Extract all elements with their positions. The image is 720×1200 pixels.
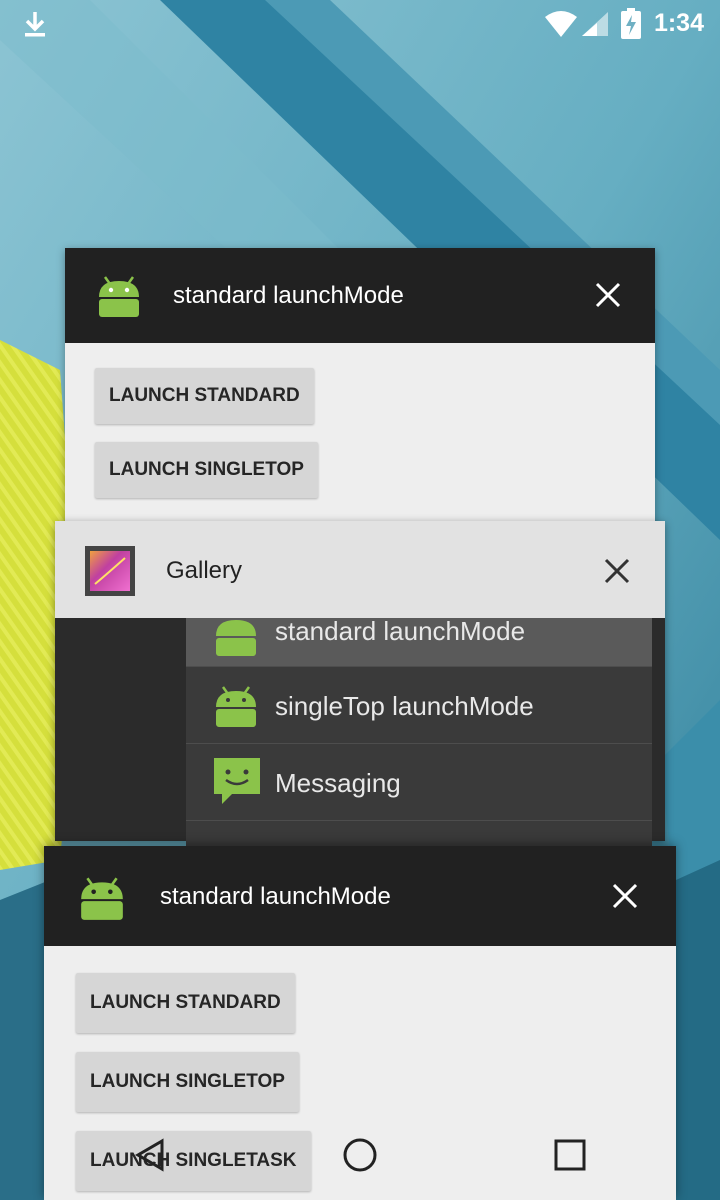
card-title: Gallery bbox=[166, 557, 243, 584]
cell-signal-icon bbox=[581, 11, 609, 42]
recent-card-standard-1[interactable]: standard launchMode LAUNCH STANDARD LAUN… bbox=[65, 248, 655, 538]
launch-singletop-button[interactable]: LAUNCH SINGLETOP bbox=[95, 442, 318, 498]
messaging-icon bbox=[212, 756, 262, 811]
card-header: standard launchMode bbox=[44, 846, 676, 946]
card-header: standard launchMode bbox=[65, 248, 655, 343]
navigation-bar bbox=[0, 1110, 720, 1200]
wifi-icon bbox=[544, 10, 578, 43]
status-time: 1:34 bbox=[653, 9, 704, 37]
chooser-item-label: Messaging bbox=[275, 768, 401, 798]
launch-standard-button[interactable]: LAUNCH STANDARD bbox=[95, 368, 314, 424]
close-icon[interactable] bbox=[597, 551, 637, 591]
android-robot-icon bbox=[95, 271, 143, 324]
back-icon[interactable] bbox=[120, 1130, 180, 1180]
gallery-header-overlay: Gallery bbox=[55, 521, 665, 618]
launch-standard-button[interactable]: LAUNCH STANDARD bbox=[76, 973, 295, 1033]
status-bar: 1:34 bbox=[0, 0, 720, 48]
chooser-item-label: standard launchMode bbox=[275, 616, 526, 646]
home-icon[interactable] bbox=[330, 1130, 390, 1180]
chooser-item[interactable]: singleTop launchMode bbox=[186, 667, 652, 744]
chooser-item[interactable]: Messaging bbox=[186, 744, 652, 821]
card-title: standard launchMode bbox=[160, 883, 391, 910]
chooser-list-more bbox=[186, 821, 652, 846]
card-title: standard launchMode bbox=[173, 282, 404, 309]
recents-icon[interactable] bbox=[540, 1130, 600, 1180]
chooser-item-label: singleTop launchMode bbox=[275, 691, 534, 721]
android-robot-icon bbox=[77, 872, 127, 927]
close-icon[interactable] bbox=[588, 275, 628, 315]
gallery-icon bbox=[83, 544, 137, 603]
launch-singletop-button[interactable]: LAUNCH SINGLETOP bbox=[76, 1052, 299, 1112]
battery-charging-icon bbox=[620, 8, 642, 45]
android-robot-icon bbox=[214, 683, 258, 734]
close-icon[interactable] bbox=[605, 876, 645, 916]
download-icon bbox=[22, 10, 48, 43]
